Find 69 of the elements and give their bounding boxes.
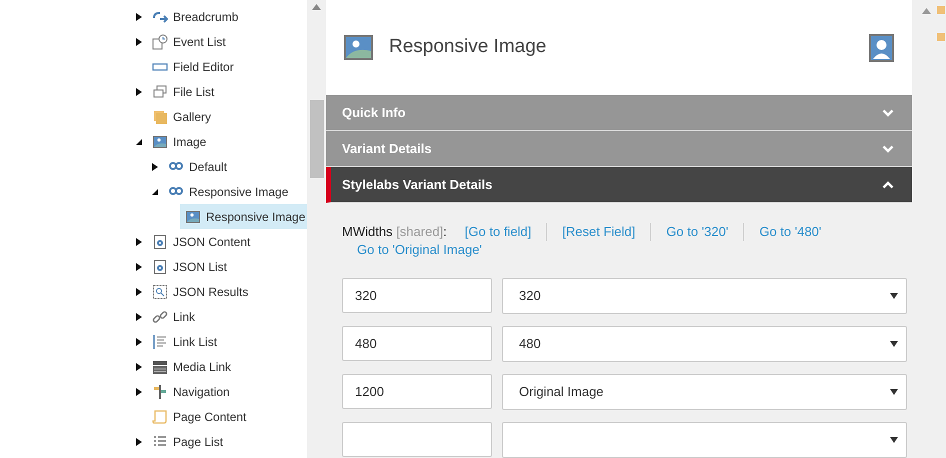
chevron-up-icon <box>882 180 894 188</box>
image-icon <box>344 35 373 60</box>
tree-item[interactable]: JSON List <box>152 254 236 279</box>
variant-select[interactable]: 480 <box>502 326 907 362</box>
section-header[interactable]: Stylelabs Variant Details <box>326 167 912 203</box>
variant-select[interactable]: 320 <box>502 278 907 314</box>
expand-arrow-icon[interactable] <box>135 336 143 346</box>
image-icon <box>152 134 168 150</box>
dropdown-arrow-icon <box>890 389 898 395</box>
dropdown-arrow-icon <box>890 341 898 347</box>
tree-scrollbar[interactable] <box>307 0 326 458</box>
tree-item[interactable]: Responsive Image <box>180 204 307 229</box>
expand-arrow-icon[interactable] <box>135 262 143 272</box>
scroll-thumb[interactable] <box>310 100 324 178</box>
marker-icon <box>937 6 945 14</box>
tree-item[interactable]: Link <box>152 304 204 329</box>
windows-icon <box>152 84 168 100</box>
expand-arrow-icon[interactable] <box>135 86 143 96</box>
tree-item[interactable]: Default <box>168 154 236 179</box>
tree-item[interactable]: Event List <box>152 29 234 54</box>
dropdown-arrow-icon <box>890 437 898 443</box>
tree-item[interactable]: Breadcrumb <box>152 4 246 29</box>
clapperboard-icon <box>152 358 168 374</box>
image-icon <box>185 208 201 224</box>
expand-arrow-icon[interactable] <box>135 362 143 372</box>
tree-item[interactable]: Gallery <box>152 104 220 129</box>
collapse-arrow-icon[interactable] <box>151 186 159 196</box>
calendar-clock-icon <box>152 34 168 50</box>
collapse-arrow-icon[interactable] <box>135 136 143 146</box>
expand-arrow-icon[interactable] <box>135 312 143 322</box>
expand-arrow-icon[interactable] <box>135 36 143 46</box>
field-label: MWidths [shared]: <box>342 223 447 241</box>
scroll-up-icon[interactable] <box>312 4 321 10</box>
signpost-icon <box>152 384 168 400</box>
scroll-icon <box>152 408 168 424</box>
variant-select[interactable]: Original Image <box>502 374 907 410</box>
expand-arrow-icon[interactable] <box>135 386 143 396</box>
expand-arrow-icon[interactable] <box>135 12 143 22</box>
expand-arrow-icon[interactable] <box>135 286 143 296</box>
gear-document-icon <box>152 234 168 250</box>
folder-icon <box>152 108 168 124</box>
expand-arrow-icon[interactable] <box>135 236 143 246</box>
tree-item[interactable]: Field Editor <box>152 54 242 79</box>
tree-item[interactable]: Link List <box>152 329 226 354</box>
tree-item[interactable]: Responsive Image <box>168 179 296 204</box>
text-lines-icon <box>152 334 168 350</box>
gear-document-icon <box>152 258 168 274</box>
expand-arrow-icon[interactable] <box>151 162 159 172</box>
chevron-down-icon <box>882 144 894 152</box>
tree-item[interactable]: Page Content <box>152 404 254 429</box>
tree-item[interactable]: Image <box>152 129 214 154</box>
user-icon[interactable] <box>869 34 894 62</box>
tree-item[interactable]: Page List <box>152 429 232 454</box>
tree-item[interactable]: Navigation <box>152 379 238 404</box>
tree-item[interactable]: JSON Content <box>152 229 258 254</box>
width-field[interactable]: 320 <box>342 278 492 313</box>
marker-icon <box>937 33 945 41</box>
width-field[interactable]: 1200 <box>342 374 492 409</box>
tree-item[interactable]: Media Link <box>152 354 240 379</box>
tree-item[interactable]: File List <box>152 79 222 104</box>
search-icon <box>152 284 168 300</box>
tree-item[interactable]: JSON Results <box>152 279 256 304</box>
dropdown-arrow-icon <box>890 293 898 299</box>
chain-link-icon <box>152 308 168 324</box>
chevron-down-icon <box>882 108 894 116</box>
width-field[interactable]: 480 <box>342 326 492 361</box>
item-title: Responsive Image <box>389 35 548 60</box>
expand-arrow-icon[interactable] <box>135 436 143 446</box>
width-field[interactable] <box>342 422 492 457</box>
